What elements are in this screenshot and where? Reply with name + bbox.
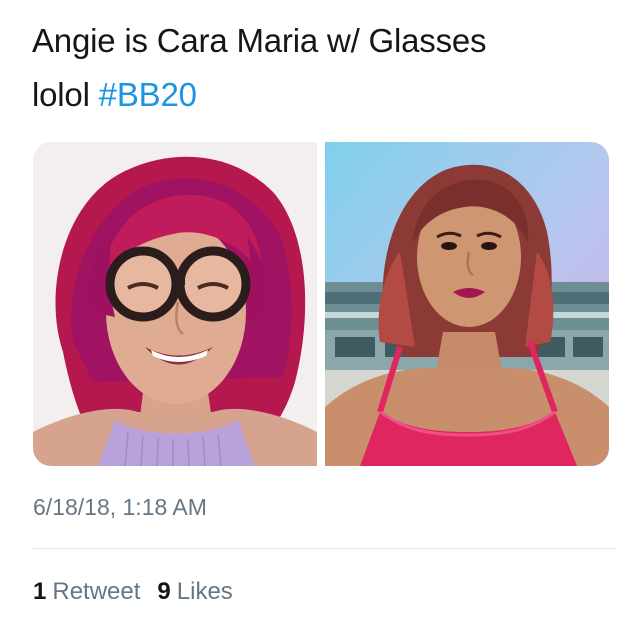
media-photo-left[interactable] (33, 142, 317, 466)
photo-right-image (325, 142, 609, 466)
photo-left-image (33, 142, 317, 466)
likes-count: 9 (157, 578, 171, 605)
likes-stat[interactable]: 9 Likes (157, 578, 232, 606)
tweet-text-line-1: Angie is Cara Maria w/ Glasses (32, 22, 487, 59)
tweet-timestamp[interactable]: 6/18/18, 1:18 AM (33, 494, 207, 521)
tweet-text: Angie is Cara Maria w/ Glasses lolol #BB… (32, 14, 612, 122)
tweet-text-line-2: lolol #BB20 (32, 68, 612, 122)
divider (33, 548, 616, 549)
media-photo-right[interactable] (325, 142, 609, 466)
tweet-text-prefix: lolol (32, 76, 99, 113)
tweet-media[interactable] (33, 142, 609, 466)
retweets-label: Retweet (52, 578, 141, 605)
likes-label: Likes (176, 578, 233, 605)
retweets-count: 1 (33, 578, 47, 605)
tweet-stats: 1 Retweet 9 Likes (33, 578, 250, 606)
hashtag-link[interactable]: #BB20 (99, 76, 197, 113)
retweets-stat[interactable]: 1 Retweet (33, 578, 140, 606)
